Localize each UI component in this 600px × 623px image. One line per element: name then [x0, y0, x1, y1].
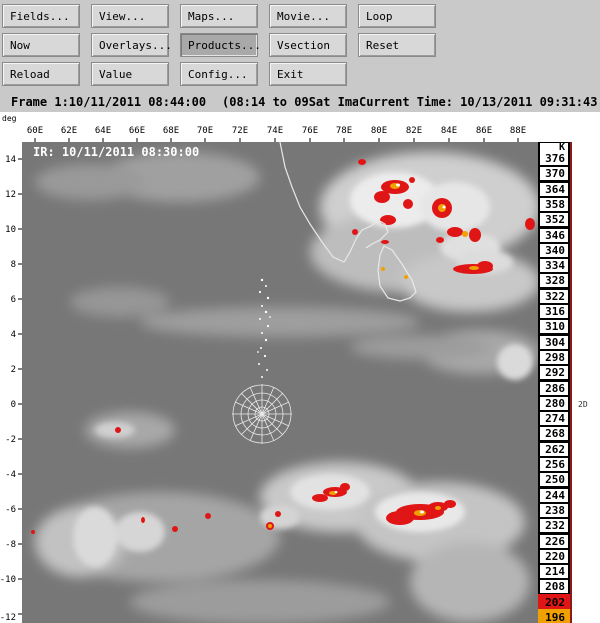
current-time: Current Time: 10/13/2011 09:31:43: [358, 95, 598, 109]
fields-button[interactable]: Fields...: [2, 4, 80, 28]
lon-label: 68E: [163, 126, 179, 136]
exit-button[interactable]: Exit: [269, 62, 347, 86]
lon-label: 74E: [267, 126, 283, 136]
scale-value: 310: [540, 320, 568, 334]
frame-range: (08:14 to 09Sat Imag: [222, 95, 367, 109]
lon-label: 70E: [197, 126, 213, 136]
scale-value: 286: [540, 381, 568, 395]
lat-label: -6: [5, 505, 16, 515]
lat-label: 14: [5, 155, 16, 165]
lon-label: 66E: [129, 126, 145, 136]
lon-label: 72E: [232, 126, 248, 136]
scale-value: 214: [540, 565, 568, 579]
scale-value: 208: [540, 580, 568, 594]
lon-label: 86E: [476, 126, 492, 136]
scale-value: 250: [540, 473, 568, 487]
lon-label: 62E: [61, 126, 77, 136]
reset-button[interactable]: Reset: [358, 33, 436, 57]
scale-value: 280: [540, 396, 568, 410]
scale-value: 334: [540, 259, 568, 273]
scale-value: 256: [540, 458, 568, 471]
lon-label: 78E: [336, 126, 352, 136]
radar-range-rings: [232, 384, 292, 444]
view-button[interactable]: View...: [91, 4, 169, 28]
now-button[interactable]: Now: [2, 33, 80, 57]
longitude-labels: 60E 62E 64E 66E 68E 70E 72E 74E 76E 78E …: [27, 126, 526, 136]
scale-value: 370: [540, 167, 568, 181]
scale-value: 340: [540, 243, 568, 257]
frame-time: Frame 1:10/11/2011 08:44:00: [11, 95, 207, 109]
scale-value: 262: [540, 442, 568, 456]
satellite-image-panel: deg 60E 62E 64E 66E 68E 70E 72E 74E 76E …: [0, 112, 600, 623]
scale-value: 232: [540, 519, 568, 533]
scale-value: 220: [540, 549, 568, 563]
lat-label: -12: [0, 613, 16, 623]
loop-button[interactable]: Loop: [358, 4, 436, 28]
lon-label: 64E: [95, 126, 111, 136]
scale-value: 358: [540, 197, 568, 211]
scale-value: 364: [540, 182, 568, 196]
scale-value: 322: [540, 289, 568, 303]
overlays-button[interactable]: Overlays...: [91, 33, 172, 57]
scale-value: 202: [538, 593, 570, 611]
unit-label: deg: [2, 114, 17, 123]
lat-label: -2: [5, 435, 16, 445]
lon-label: 60E: [27, 126, 43, 136]
products-button[interactable]: Products...: [180, 33, 261, 57]
reload-button[interactable]: Reload: [2, 62, 80, 86]
config-button[interactable]: Config...: [180, 62, 258, 86]
status-bar: Frame 1:10/11/2011 08:44:00 (08:14 to 09…: [0, 93, 600, 111]
lon-label: 82E: [406, 126, 422, 136]
scale-unit: K: [540, 143, 568, 153]
lat-label: -4: [5, 470, 16, 480]
scale-value: 244: [540, 488, 568, 502]
side-label: 2D: [578, 400, 588, 409]
scale-value: 268: [540, 427, 568, 441]
lat-label: -8: [5, 540, 16, 550]
scale-value: 376: [540, 152, 568, 165]
lat-label: 0: [11, 400, 16, 410]
maps-button[interactable]: Maps...: [180, 4, 258, 28]
scale-value: 226: [540, 534, 568, 548]
image-timestamp: IR: 10/11/2011 08:30:00: [33, 145, 199, 159]
scale-value: 196: [538, 609, 570, 623]
scale-value: 298: [540, 350, 568, 364]
scale-value: 292: [540, 366, 568, 380]
lat-label: 12: [5, 190, 16, 200]
lat-label: 8: [11, 260, 16, 270]
scale-value: 352: [540, 213, 568, 227]
scale-value: 316: [540, 305, 568, 318]
scale-value: 274: [540, 412, 568, 426]
scale-value: 346: [540, 228, 568, 242]
scale-value: 328: [540, 274, 568, 288]
lat-label: 10: [5, 225, 16, 235]
lon-label: 76E: [302, 126, 318, 136]
lat-label: 2: [11, 365, 16, 375]
lon-label: 80E: [371, 126, 387, 136]
color-scale: K 376 370 364 358 352 346 340 334 328 322 316 310 304…: [538, 142, 570, 623]
value-button[interactable]: Value: [91, 62, 169, 86]
movie-button[interactable]: Movie...: [269, 4, 347, 28]
lon-label: 88E: [510, 126, 526, 136]
ir-satellite-map[interactable]: deg 60E 62E 64E 66E 68E 70E 72E 74E 76E …: [0, 112, 538, 623]
scale-value: 304: [540, 335, 568, 349]
side-panel: 2D: [570, 142, 600, 623]
lat-label: 6: [11, 295, 16, 305]
lon-label: 84E: [441, 126, 457, 136]
lat-label: -10: [0, 575, 16, 585]
lat-label: 4: [11, 330, 16, 340]
scale-value: 238: [540, 503, 568, 517]
vsection-button[interactable]: Vsection: [269, 33, 347, 57]
